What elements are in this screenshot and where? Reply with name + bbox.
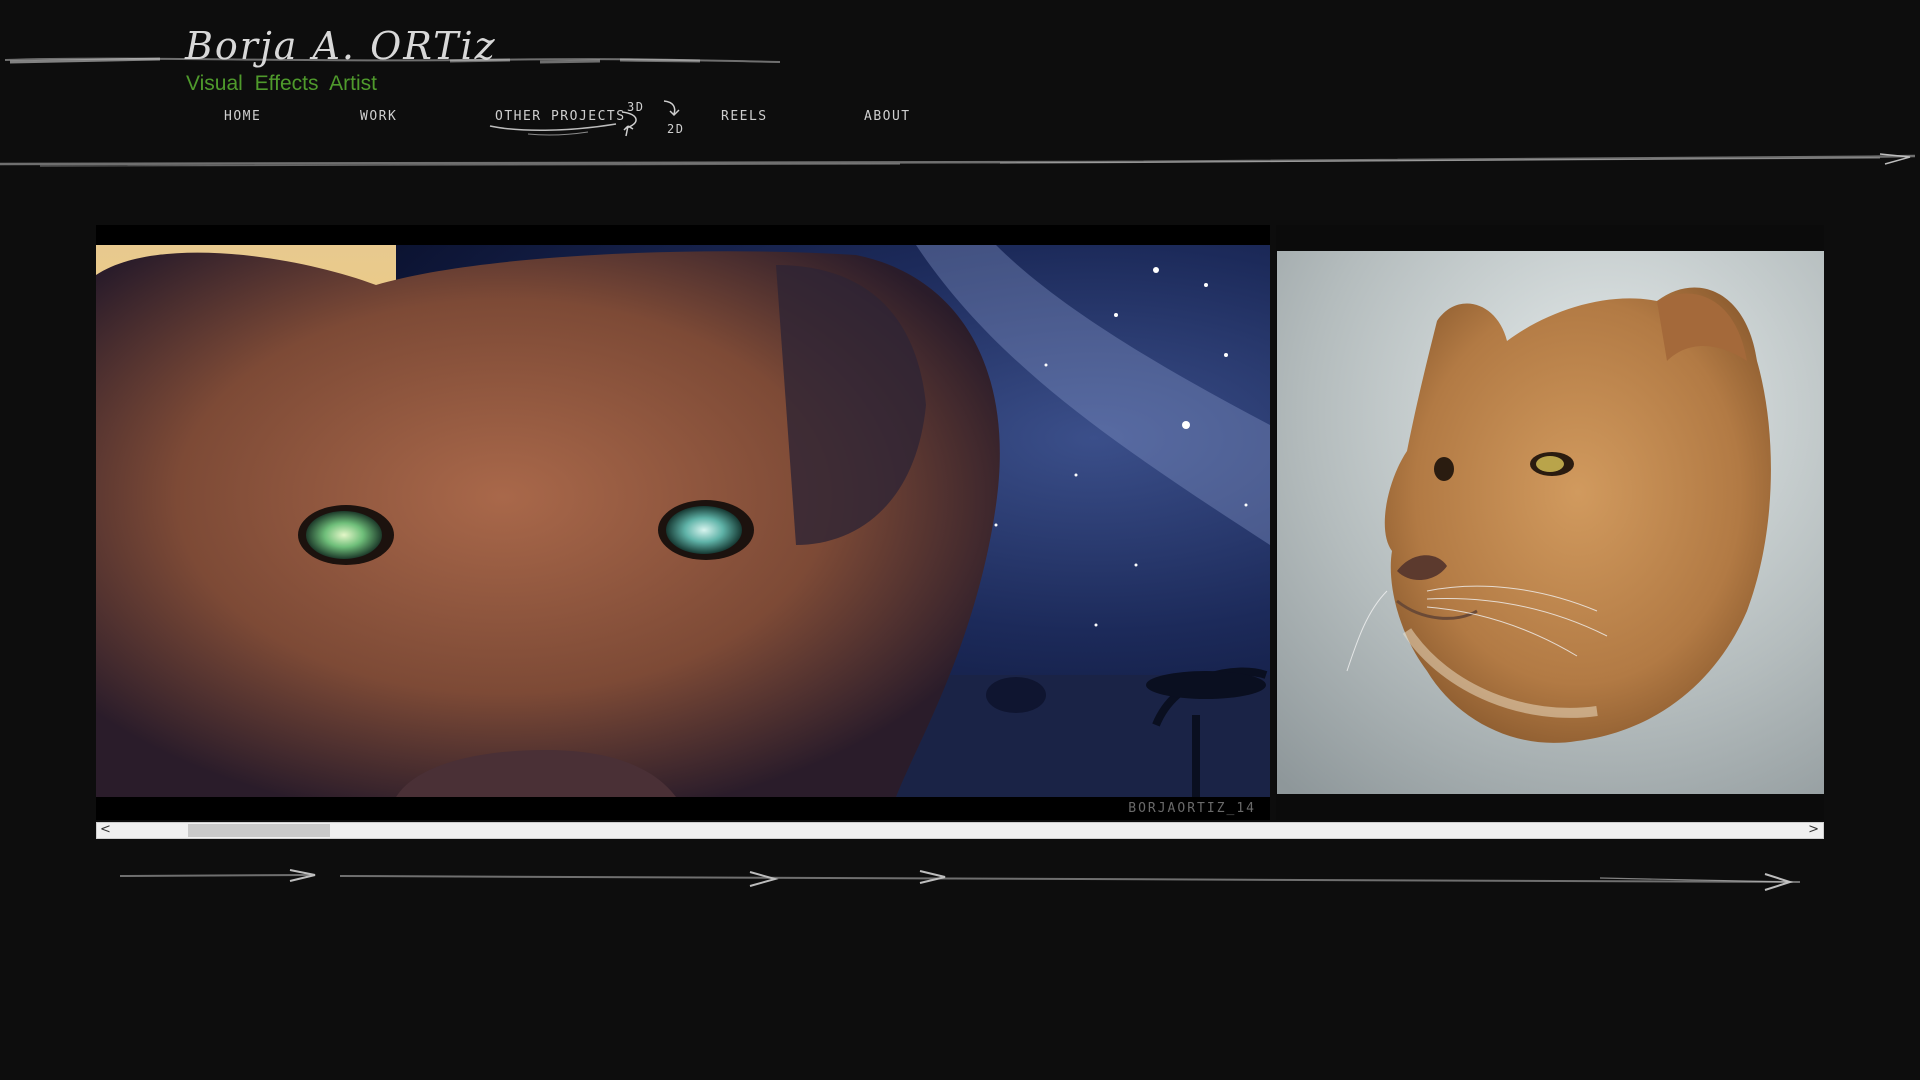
curved-arrow-icon — [663, 100, 680, 117]
artwork-watermark: BORJAORTIZ_14 — [1128, 801, 1256, 816]
lioness-starry-night-artwork — [96, 245, 1270, 797]
scroll-right-arrow[interactable]: > — [1808, 822, 1819, 837]
footer-brush-arrows — [119, 869, 1801, 891]
scroll-left-arrow[interactable]: < — [100, 822, 111, 837]
gallery-horizontal-scrollbar[interactable]: < > — [96, 822, 1824, 839]
nav-about-link[interactable]: ABOUT — [864, 109, 911, 124]
site-subtitle: Visual Effects Artist — [186, 72, 377, 95]
scrollbar-thumb[interactable] — [188, 824, 330, 837]
nav-home-link[interactable]: HOME — [224, 109, 261, 124]
other-projects-underline — [489, 123, 617, 136]
site-logo-name[interactable]: Borja A. ORTiz — [185, 24, 497, 68]
header-divider-stroke — [0, 153, 1916, 167]
curved-arrow-icon — [621, 111, 637, 137]
lioness-portrait-artwork — [1277, 251, 1824, 794]
nav-2d-link[interactable]: 2D — [667, 122, 684, 136]
gallery-image-lion-stars[interactable]: BORJAORTIZ_14 — [96, 225, 1270, 820]
gallery-image-lioness-portrait[interactable] — [1276, 225, 1824, 820]
nav-reels-link[interactable]: REELS — [721, 109, 768, 124]
nav-work-link[interactable]: WORK — [360, 109, 397, 124]
